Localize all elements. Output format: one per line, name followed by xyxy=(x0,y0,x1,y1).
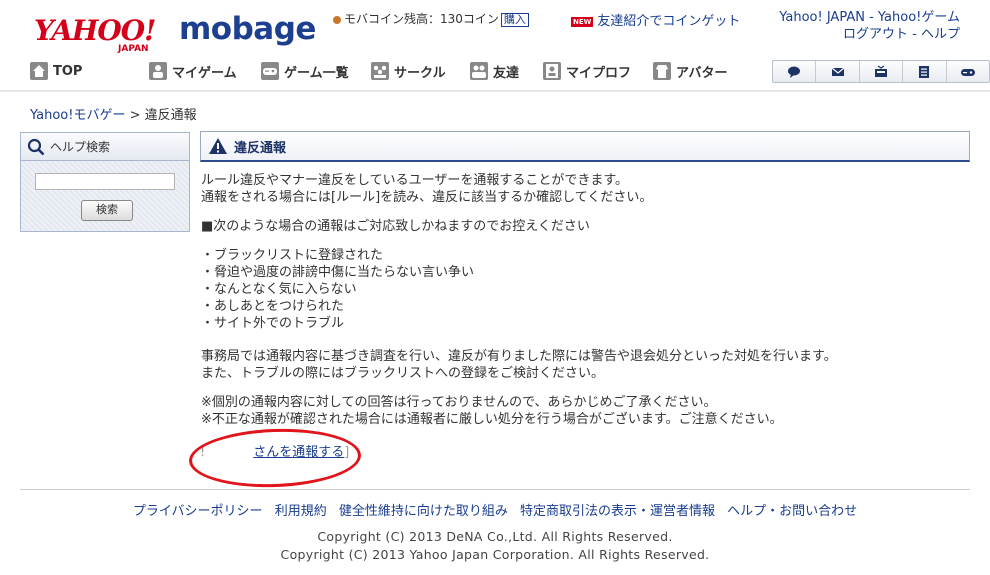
list-item: ・なんとなく気に入らない xyxy=(201,282,357,297)
list-item: ・サイト外でのトラブル xyxy=(201,316,345,331)
nav-item-top[interactable]: TOP xyxy=(30,59,82,83)
red-highlight-circle xyxy=(188,426,362,490)
my-game-icon xyxy=(149,62,167,80)
intro-line-2: 通報をされる場合には[ルール]を読み、違反に該当するか確認してください。 xyxy=(201,190,653,205)
report-panel-header: 違反通報 xyxy=(200,131,970,162)
friends-icon xyxy=(470,62,488,80)
mobage-wordmark: mobage xyxy=(179,11,316,47)
list-item: ・脅迫や過度の誹謗中傷に当たらない言い争い xyxy=(201,265,475,280)
nav-item-friends[interactable]: 友達 xyxy=(470,59,519,83)
help-contact-link[interactable]: ヘルプ・お問い合わせ xyxy=(727,504,857,519)
invite-friends-link[interactable]: 友達紹介でコインゲット xyxy=(597,14,740,29)
copyright-yahoo: Copyright (C) 2013 Yahoo Japan Corporati… xyxy=(280,547,710,562)
help-search-title: ヘルプ検索 xyxy=(50,140,111,154)
notes-icon[interactable] xyxy=(903,61,947,82)
intro-text: ルール違反やマナー違反をしているユーザーを通報することができます。 通報をされる… xyxy=(201,172,652,206)
help-search-box: ヘルプ検索 検索 xyxy=(20,132,190,232)
nav-item-label: TOP xyxy=(53,63,83,79)
japan-wordmark: JAPAN xyxy=(118,44,149,54)
list-item: ・あしあとをつけられた xyxy=(201,299,345,314)
home-icon xyxy=(30,62,48,80)
notice-heading: ■次のような場合の通報はご対応致しかねますのでお控えください xyxy=(201,219,590,234)
copyright-dena: Copyright (C) 2013 DeNA Co.,Ltd. All Rig… xyxy=(317,529,673,544)
coin-balance-text: モバコイン残高：130コイン xyxy=(344,12,499,26)
yahoo-mobage-logo[interactable]: YAHOO! JAPAN mobage xyxy=(34,11,316,56)
process-text: 事務局では通報内容に基づき調査を行い、違反が有りました際には警告や退会処分といっ… xyxy=(201,348,837,382)
buy-coins-link[interactable]: 購入 xyxy=(500,13,529,27)
help-search-input[interactable] xyxy=(35,173,175,190)
new-badge: NEW xyxy=(571,16,594,27)
terms-link[interactable]: 利用規約 xyxy=(275,504,327,519)
circle-icon xyxy=(371,62,389,80)
list-item: ・ブラックリストに登録された xyxy=(201,248,384,263)
site-header: YAHOO! JAPAN mobage モバコイン残高：130コイン 購入 NEW… xyxy=(0,0,990,92)
nav-item-my-game[interactable]: マイゲーム xyxy=(149,59,237,83)
breadcrumb: Yahoo!モバゲー > 違反通報 xyxy=(30,104,197,123)
note-line-1: ※個別の通報内容に対しての回答は行っておりませんので、あらかじめご了承ください。 xyxy=(201,395,717,410)
nav-item-game-list[interactable]: ゲーム一覧 xyxy=(261,59,349,83)
search-icon xyxy=(27,138,45,155)
notes-text: ※個別の通報内容に対しての回答は行っておりませんので、あらかじめご了承ください。… xyxy=(201,394,783,428)
coin-balance: モバコイン残高：130コイン 購入 xyxy=(333,10,529,27)
yahoo-wordmark: YAHOO! xyxy=(34,14,156,47)
yahoo-japan-game-link[interactable]: Yahoo! JAPAN - Yahoo!ゲーム xyxy=(779,10,960,25)
warning-icon xyxy=(209,138,227,154)
header-links: Yahoo! JAPAN - Yahoo!ゲーム ログアウト - ヘルプ xyxy=(779,9,960,43)
help-search-header: ヘルプ検索 xyxy=(21,133,189,161)
profile-icon xyxy=(543,62,561,80)
footer-links: プライバシーポリシー 利用規約 健全性維持に向けた取り組み 特定商取引法の表示・… xyxy=(0,500,990,519)
footer-divider xyxy=(20,489,970,490)
help-search-body: 検索 xyxy=(21,161,189,231)
commercial-law-link[interactable]: 特定商取引法の表示・運営者情報 xyxy=(520,504,715,519)
nav-item-circle[interactable]: サークル xyxy=(371,59,446,83)
game-controller-icon[interactable] xyxy=(947,61,989,82)
nav-item-label: サークル xyxy=(394,65,446,81)
invite-promo: NEW 友達紹介でコインゲット xyxy=(571,10,740,29)
safety-efforts-link[interactable]: 健全性維持に向けた取り組み xyxy=(339,504,508,519)
intro-line-1: ルール違反やマナー違反をしているユーザーを通報することができます。 xyxy=(201,173,629,188)
inbox-icon[interactable] xyxy=(860,61,904,82)
nav-item-label: マイプロフ xyxy=(566,65,632,81)
logout-help-link[interactable]: ログアウト - ヘルプ xyxy=(843,27,960,42)
avatar-icon xyxy=(653,62,671,80)
nav-item-avatar[interactable]: アバター xyxy=(653,59,727,83)
privacy-policy-link[interactable]: プライバシーポリシー xyxy=(133,504,263,519)
quick-icon-bar xyxy=(772,60,990,83)
nav-item-label: ゲーム一覧 xyxy=(284,65,349,81)
main-nav: TOP マイゲーム ゲーム一覧 サークル 友達 マイプロフ アバター xyxy=(28,59,990,83)
breadcrumb-current: 違反通報 xyxy=(144,108,197,123)
chat-icon[interactable] xyxy=(773,61,817,82)
page-title: 違反通報 xyxy=(234,140,287,156)
nav-item-my-profile[interactable]: マイプロフ xyxy=(543,59,631,83)
note-line-2: ※不正な通報が確認された場合には通報者に厳しい処分を行う場合がございます。ご注意… xyxy=(201,412,783,427)
mail-icon[interactable] xyxy=(816,61,860,82)
help-search-button[interactable]: 検索 xyxy=(81,200,133,221)
breadcrumb-separator: > xyxy=(129,108,141,123)
gamepad-icon xyxy=(261,62,279,80)
breadcrumb-home-link[interactable]: Yahoo!モバゲー xyxy=(30,108,125,123)
nav-item-label: アバター xyxy=(676,65,728,81)
case-list: ・ブラックリストに登録された ・脅迫や過度の誹謗中傷に当たらない言い争い ・なん… xyxy=(201,247,474,332)
process-line-2: また、トラブルの際にはブラックリストへの登録をご検討ください。 xyxy=(201,366,605,381)
nav-item-label: マイゲーム xyxy=(172,65,237,81)
process-line-1: 事務局では通報内容に基づき調査を行い、違反が有りました際には警告や退会処分といっ… xyxy=(201,349,837,364)
header-divider xyxy=(0,90,990,92)
coin-icon xyxy=(333,15,341,24)
nav-item-label: 友達 xyxy=(493,65,520,81)
